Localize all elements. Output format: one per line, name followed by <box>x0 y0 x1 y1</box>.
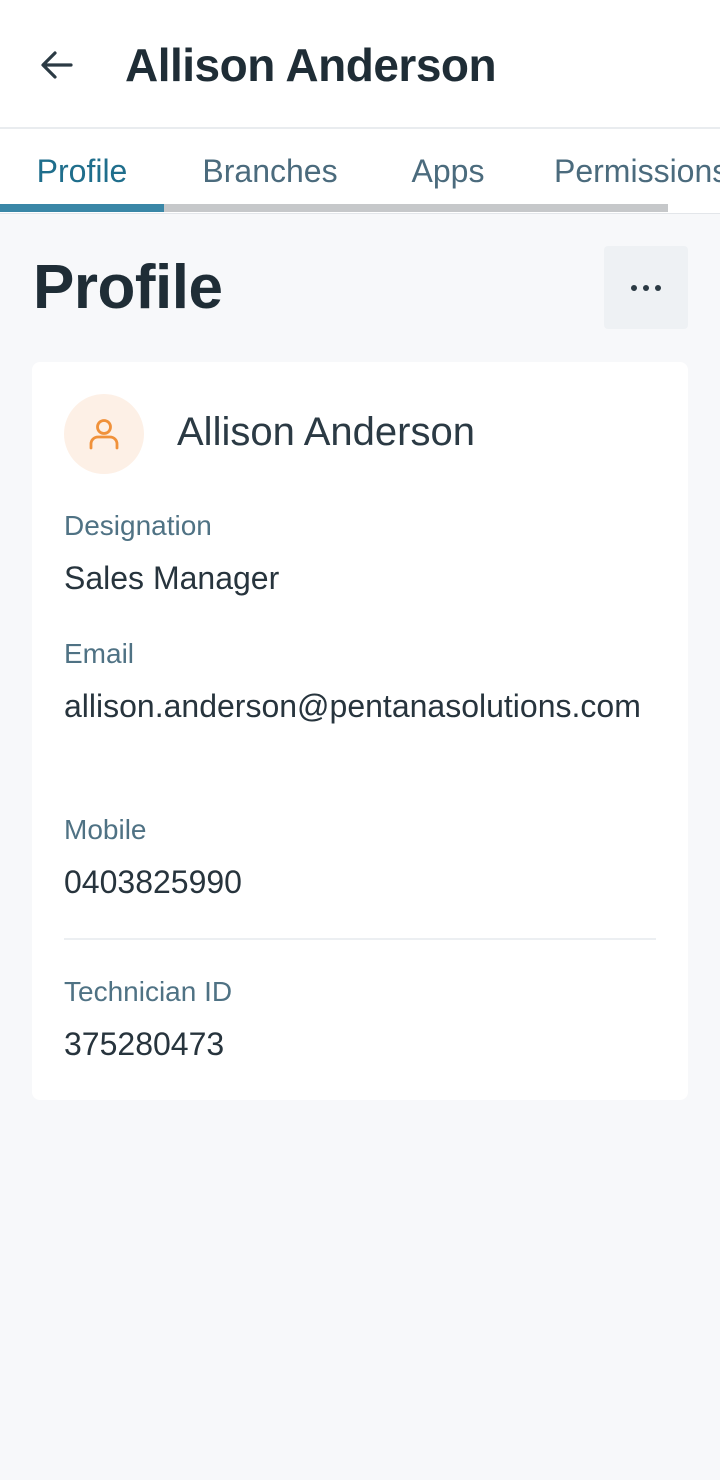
arrow-left-icon <box>41 51 73 79</box>
tab-branches[interactable]: Branches <box>164 129 376 213</box>
avatar <box>64 394 144 474</box>
more-options-button[interactable] <box>604 246 688 329</box>
app-bar: Allison Anderson <box>0 0 720 129</box>
technician-id-value: 375280473 <box>64 1026 225 1062</box>
tab-apps[interactable]: Apps <box>376 129 520 213</box>
email-value: allison.anderson@pentanasolutions.com <box>64 688 641 724</box>
designation-label: Designation <box>64 510 212 541</box>
mobile-label: Mobile <box>64 814 147 845</box>
designation-value: Sales Manager <box>64 560 280 596</box>
back-button[interactable] <box>34 42 80 88</box>
page-title: Allison Anderson <box>125 39 497 91</box>
active-tab-indicator <box>0 204 164 212</box>
tab-bar: Profile Branches Apps Permissions <box>0 129 720 214</box>
profile-card: Allison Anderson Designation Sales Manag… <box>32 362 688 1100</box>
email-label: Email <box>64 638 135 669</box>
profile-name: Allison Anderson <box>177 410 475 454</box>
divider <box>64 938 656 940</box>
technician-id-label: Technician ID <box>64 976 233 1007</box>
tab-profile[interactable]: Profile <box>0 129 164 213</box>
mobile-value: 0403825990 <box>64 864 242 900</box>
tab-permissions[interactable]: Permissions <box>520 129 720 213</box>
more-horizontal-icon <box>631 284 661 291</box>
user-icon <box>89 419 119 450</box>
section-title: Profile <box>33 253 223 322</box>
